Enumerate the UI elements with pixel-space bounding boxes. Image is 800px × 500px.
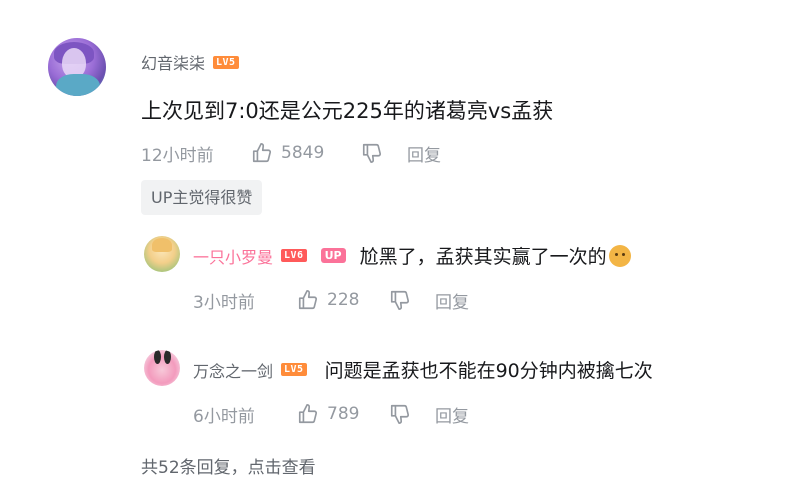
dislike-icon[interactable]	[361, 142, 383, 164]
reply1-avatar[interactable]	[144, 236, 180, 272]
view-more-replies-link[interactable]: 共52条回复，点击查看	[141, 453, 316, 478]
up-liked-tag: UP主觉得很赞	[141, 180, 263, 215]
reply1-line: 一只小罗曼 LV6 UP 尬黑了，孟获其实赢了一次的	[193, 242, 631, 269]
like-icon[interactable]	[251, 142, 273, 164]
main-level-badge: LV5	[213, 55, 239, 69]
reply2-avatar[interactable]	[144, 350, 180, 386]
like-icon[interactable]	[297, 403, 319, 425]
doge-emoji-icon	[608, 245, 631, 267]
reply2-text: 问题是孟获也不能在90分钟内被擒七次	[324, 360, 653, 382]
reply1-time: 3小时前	[193, 292, 255, 313]
main-like-count: 5849	[281, 143, 325, 163]
reply1-meta-row: 3小时前 228 回复	[193, 288, 469, 313]
reply2-meta-row: 6小时前 789 回复	[193, 402, 469, 427]
reply2-level-badge: LV5	[281, 363, 307, 376]
main-reply-button[interactable]: 回复	[407, 141, 441, 166]
dislike-icon[interactable]	[389, 403, 411, 425]
reply2-like-count: 789	[327, 404, 360, 424]
reply2-time: 6小时前	[193, 406, 255, 427]
main-avatar[interactable]	[48, 38, 106, 96]
reply1-like-count: 228	[327, 290, 360, 310]
reply1-username[interactable]: 一只小罗曼	[193, 244, 273, 268]
reply1-level-badge: LV6	[281, 249, 307, 262]
dislike-icon[interactable]	[389, 289, 411, 311]
reply1-text: 尬黑了，孟获其实赢了一次的	[360, 242, 631, 269]
reply2-line: 万念之一剑 LV5 问题是孟获也不能在90分钟内被擒七次	[193, 356, 653, 383]
main-meta-row: 12小时前 5849 回复	[141, 141, 441, 166]
main-user-line: 幻音柒柒 LV5	[141, 50, 239, 74]
main-time: 12小时前	[141, 145, 214, 166]
main-username[interactable]: 幻音柒柒	[141, 50, 205, 74]
like-icon[interactable]	[297, 289, 319, 311]
main-comment-text: 上次见到7:0还是公元225年的诸葛亮vs孟获	[141, 99, 554, 123]
reply1-up-badge: UP	[320, 248, 346, 263]
reply1-reply-button[interactable]: 回复	[435, 288, 469, 313]
reply2-reply-button[interactable]: 回复	[435, 402, 469, 427]
reply2-username[interactable]: 万念之一剑	[193, 358, 273, 382]
